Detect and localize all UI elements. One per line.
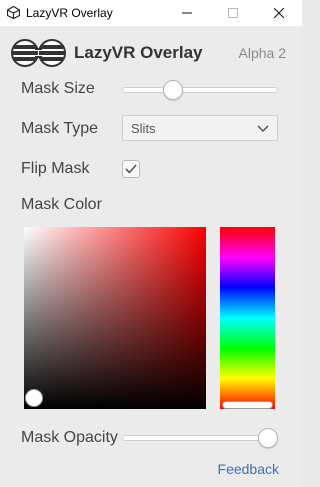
window-title: LazyVR Overlay — [26, 6, 113, 20]
hue-slider[interactable] — [220, 227, 275, 409]
version-label: Alpha 2 — [238, 45, 286, 61]
app-header: LazyVR Overlay Alpha 2 — [11, 38, 291, 68]
mask-color-label: Mask Color — [21, 196, 102, 213]
minimize-button[interactable] — [164, 0, 210, 26]
mask-opacity-slider[interactable] — [122, 435, 278, 441]
mask-type-selected-value: Slits — [131, 121, 156, 136]
app-name: LazyVR Overlay — [74, 43, 203, 62]
minimize-icon — [182, 12, 192, 14]
title-bar: LazyVR Overlay — [0, 0, 302, 27]
mask-type-label: Mask Type — [21, 120, 99, 137]
feedback-link[interactable]: Feedback — [218, 461, 279, 477]
maximize-button[interactable] — [210, 0, 256, 26]
unity-app-icon — [7, 6, 20, 19]
close-icon — [274, 8, 284, 18]
flip-mask-checkbox[interactable] — [122, 160, 140, 178]
color-picker-thumb[interactable] — [25, 389, 43, 407]
chevron-down-icon — [257, 125, 269, 133]
app-window: LazyVR Overlay Alpha 2 Mask Size Mask Ty… — [0, 26, 302, 487]
maximize-icon — [228, 8, 238, 18]
mask-size-slider-thumb[interactable] — [162, 80, 183, 100]
hue-slider-thumb[interactable] — [222, 401, 273, 409]
mask-opacity-label: Mask Opacity — [21, 429, 118, 446]
mask-size-slider[interactable] — [122, 87, 278, 93]
mask-opacity-slider-thumb[interactable] — [258, 428, 278, 448]
saturation-value-picker[interactable] — [24, 227, 206, 409]
mask-size-label: Mask Size — [21, 80, 95, 97]
close-button[interactable] — [256, 0, 302, 26]
mask-type-select[interactable]: Slits — [122, 115, 278, 141]
flip-mask-label: Flip Mask — [21, 160, 90, 177]
checkmark-icon — [125, 164, 137, 174]
vr-goggles-logo — [11, 39, 66, 67]
